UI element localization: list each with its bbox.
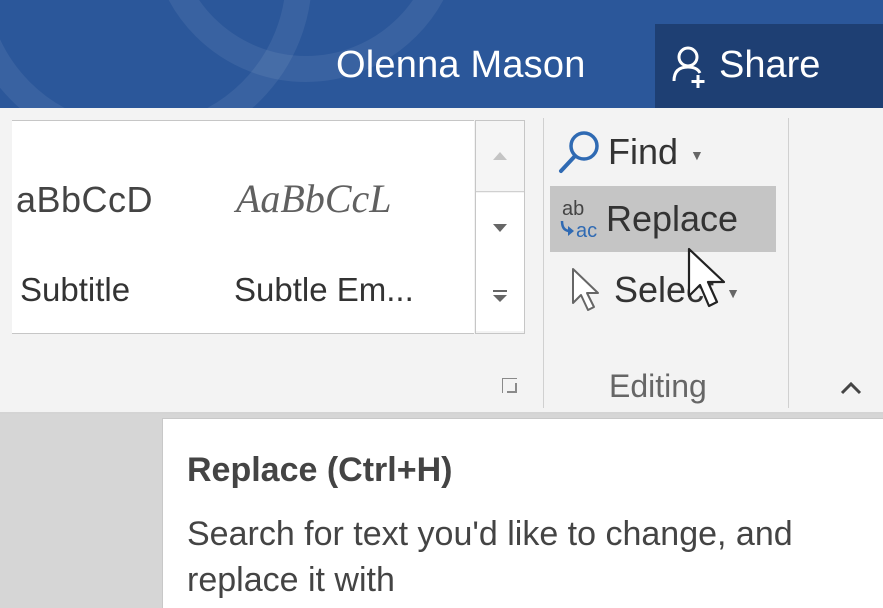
replace-label: Replace	[606, 198, 739, 239]
triangle-down-icon	[493, 224, 507, 232]
gallery-more-button[interactable]	[476, 261, 524, 331]
title-bar: Olenna Mason Share	[0, 0, 883, 108]
share-label: Share	[719, 44, 821, 86]
style-name: Subtle Em...	[234, 271, 414, 308]
styles-dialog-launcher-icon[interactable]	[502, 378, 517, 393]
mouse-pointer-icon	[687, 247, 726, 308]
replace-icon-ab: ab	[562, 198, 584, 220]
style-name: Subtitle	[20, 271, 131, 308]
chevron-up-icon	[840, 381, 862, 395]
style-preview: aBbCcD	[16, 179, 154, 220]
magnifier-icon	[559, 131, 599, 173]
triangle-up-icon	[493, 152, 507, 160]
collapse-ribbon-button[interactable]	[836, 376, 866, 400]
user-name[interactable]: Olenna Mason	[336, 44, 586, 87]
arrow-cursor-icon	[572, 268, 599, 311]
find-label: Find	[608, 131, 679, 172]
replace-ab-ac-icon: ab ac	[560, 198, 597, 242]
chevron-down-icon: ▼	[690, 147, 704, 163]
find-button[interactable]: Find ▼	[556, 122, 756, 182]
style-preview: AaBbCcL	[236, 176, 392, 221]
gallery-scroll-up-button[interactable]	[476, 121, 524, 192]
gallery-scrollbar	[475, 120, 525, 334]
tooltip-description: Search for text you'd like to change, an…	[187, 515, 793, 599]
select-button[interactable]: Select ▼	[556, 260, 786, 320]
editing-group-label: Editing	[609, 368, 707, 404]
tooltip-title: Replace (Ctrl+H)	[187, 451, 453, 489]
styles-gallery: aBbCcD Subtitle AaBbCcL Subtle Em...	[12, 120, 474, 334]
more-dropdown-icon	[493, 290, 507, 302]
group-separator	[543, 118, 544, 408]
replace-tooltip: Replace (Ctrl+H) Search for text you'd l…	[162, 418, 883, 608]
group-separator	[788, 118, 789, 408]
ribbon-border	[0, 412, 883, 414]
replace-button[interactable]: ab ac Replace	[550, 186, 776, 252]
gallery-scroll-down-button[interactable]	[476, 193, 524, 264]
replace-icon-ac: ac	[576, 220, 597, 242]
share-button[interactable]: Share	[655, 24, 883, 108]
person-add-icon	[672, 46, 705, 88]
